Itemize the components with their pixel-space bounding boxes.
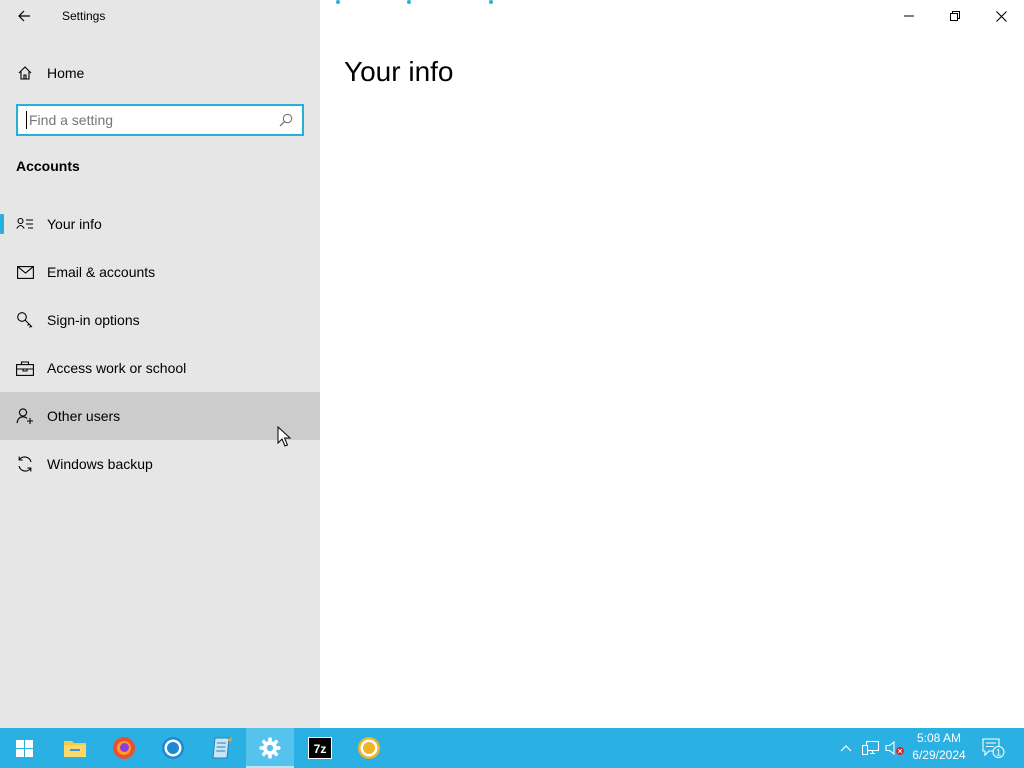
key-icon (16, 311, 34, 329)
page-title: Your info (344, 56, 454, 87)
sidebar-item-label: Windows backup (47, 456, 153, 472)
taskbar-settings[interactable] (246, 728, 294, 768)
taskbar-chrome[interactable] (149, 728, 197, 768)
sidebar-item-sign-in-options[interactable]: Sign-in options (0, 296, 320, 344)
action-center-button[interactable]: 1 (978, 728, 1008, 768)
back-arrow-icon (18, 10, 30, 22)
firefox-icon (113, 737, 135, 759)
loading-dot (489, 0, 493, 4)
search-icon[interactable] (278, 112, 294, 128)
network-icon (862, 740, 880, 756)
clock-time: 5:08 AM (916, 731, 962, 745)
settings-icon (259, 737, 281, 759)
caption-buttons (886, 0, 1024, 32)
file-explorer-icon (64, 741, 86, 757)
taskbar-7zip[interactable]: 7z (296, 728, 344, 768)
start-icon (15, 739, 33, 757)
search-input[interactable] (26, 111, 276, 129)
chevron-up-icon (840, 745, 852, 752)
minimize-button[interactable] (886, 0, 932, 32)
7zip-icon: 7z (308, 737, 332, 759)
sidebar-item-other-users[interactable]: Other users (0, 392, 320, 440)
mouse-cursor (277, 426, 291, 447)
sidebar-item-access-work-school[interactable]: Access work or school (0, 344, 320, 392)
home-label: Home (47, 65, 85, 81)
clock-date: 6/29/2024 (912, 748, 966, 762)
restore-button[interactable] (932, 0, 978, 32)
accounts-nav-list: Your info Email & accounts Sign-in optio… (0, 200, 320, 488)
taskbar-file-explorer[interactable] (51, 728, 99, 768)
loading-indicator (334, 0, 493, 4)
taskbar-firefox[interactable] (100, 728, 148, 768)
notepad-icon (212, 737, 232, 759)
close-button[interactable] (978, 0, 1024, 32)
restore-icon (950, 11, 960, 21)
sidebar-item-label: Email & accounts (47, 264, 156, 280)
person-add-icon (16, 407, 34, 425)
network-status[interactable] (860, 728, 882, 768)
taskbar: 7z 5:08 AM 6/29/2024 1 (0, 728, 1024, 768)
search-box[interactable] (16, 104, 304, 136)
volume-muted-status[interactable] (884, 728, 906, 768)
close-icon (995, 10, 1007, 22)
speaker-muted-icon (885, 740, 904, 756)
home-icon (16, 64, 34, 82)
sidebar: Settings Home Accounts (0, 0, 320, 728)
loading-dot (336, 0, 340, 4)
show-hidden-icons-button[interactable] (836, 728, 856, 768)
briefcase-icon (16, 359, 34, 377)
back-button[interactable] (8, 2, 40, 30)
svg-text:7z: 7z (314, 742, 327, 756)
chrome-canary-icon (358, 737, 380, 759)
home-nav-item[interactable]: Home (0, 50, 320, 96)
sidebar-item-label: Other users (47, 408, 121, 424)
person-list-icon (16, 215, 34, 233)
taskbar-chrome-canary[interactable] (345, 728, 393, 768)
sync-icon (16, 455, 34, 473)
title-bar: Settings (0, 0, 320, 32)
sidebar-item-your-info[interactable]: Your info (0, 200, 320, 248)
notification-icon: 1 (982, 738, 1005, 758)
taskbar-clock[interactable]: 5:08 AM 6/29/2024 (906, 730, 972, 766)
app-title: Settings (62, 9, 106, 23)
mail-icon (16, 263, 34, 281)
loading-dot (407, 0, 411, 4)
content-pane: Your info (320, 0, 1024, 728)
sidebar-item-label: Your info (47, 216, 102, 232)
start-button[interactable] (0, 728, 48, 768)
sidebar-item-label: Sign-in options (47, 312, 140, 328)
minimize-icon (904, 15, 914, 17)
taskbar-notepad[interactable] (198, 728, 246, 768)
sidebar-item-email-accounts[interactable]: Email & accounts (0, 248, 320, 296)
section-header: Accounts (16, 158, 80, 174)
sidebar-item-label: Access work or school (47, 360, 187, 376)
sidebar-item-windows-backup[interactable]: Windows backup (0, 440, 320, 488)
notification-count: 1 (996, 747, 1001, 757)
chrome-icon (162, 737, 184, 759)
settings-window: Settings Home Accounts (0, 0, 1024, 728)
